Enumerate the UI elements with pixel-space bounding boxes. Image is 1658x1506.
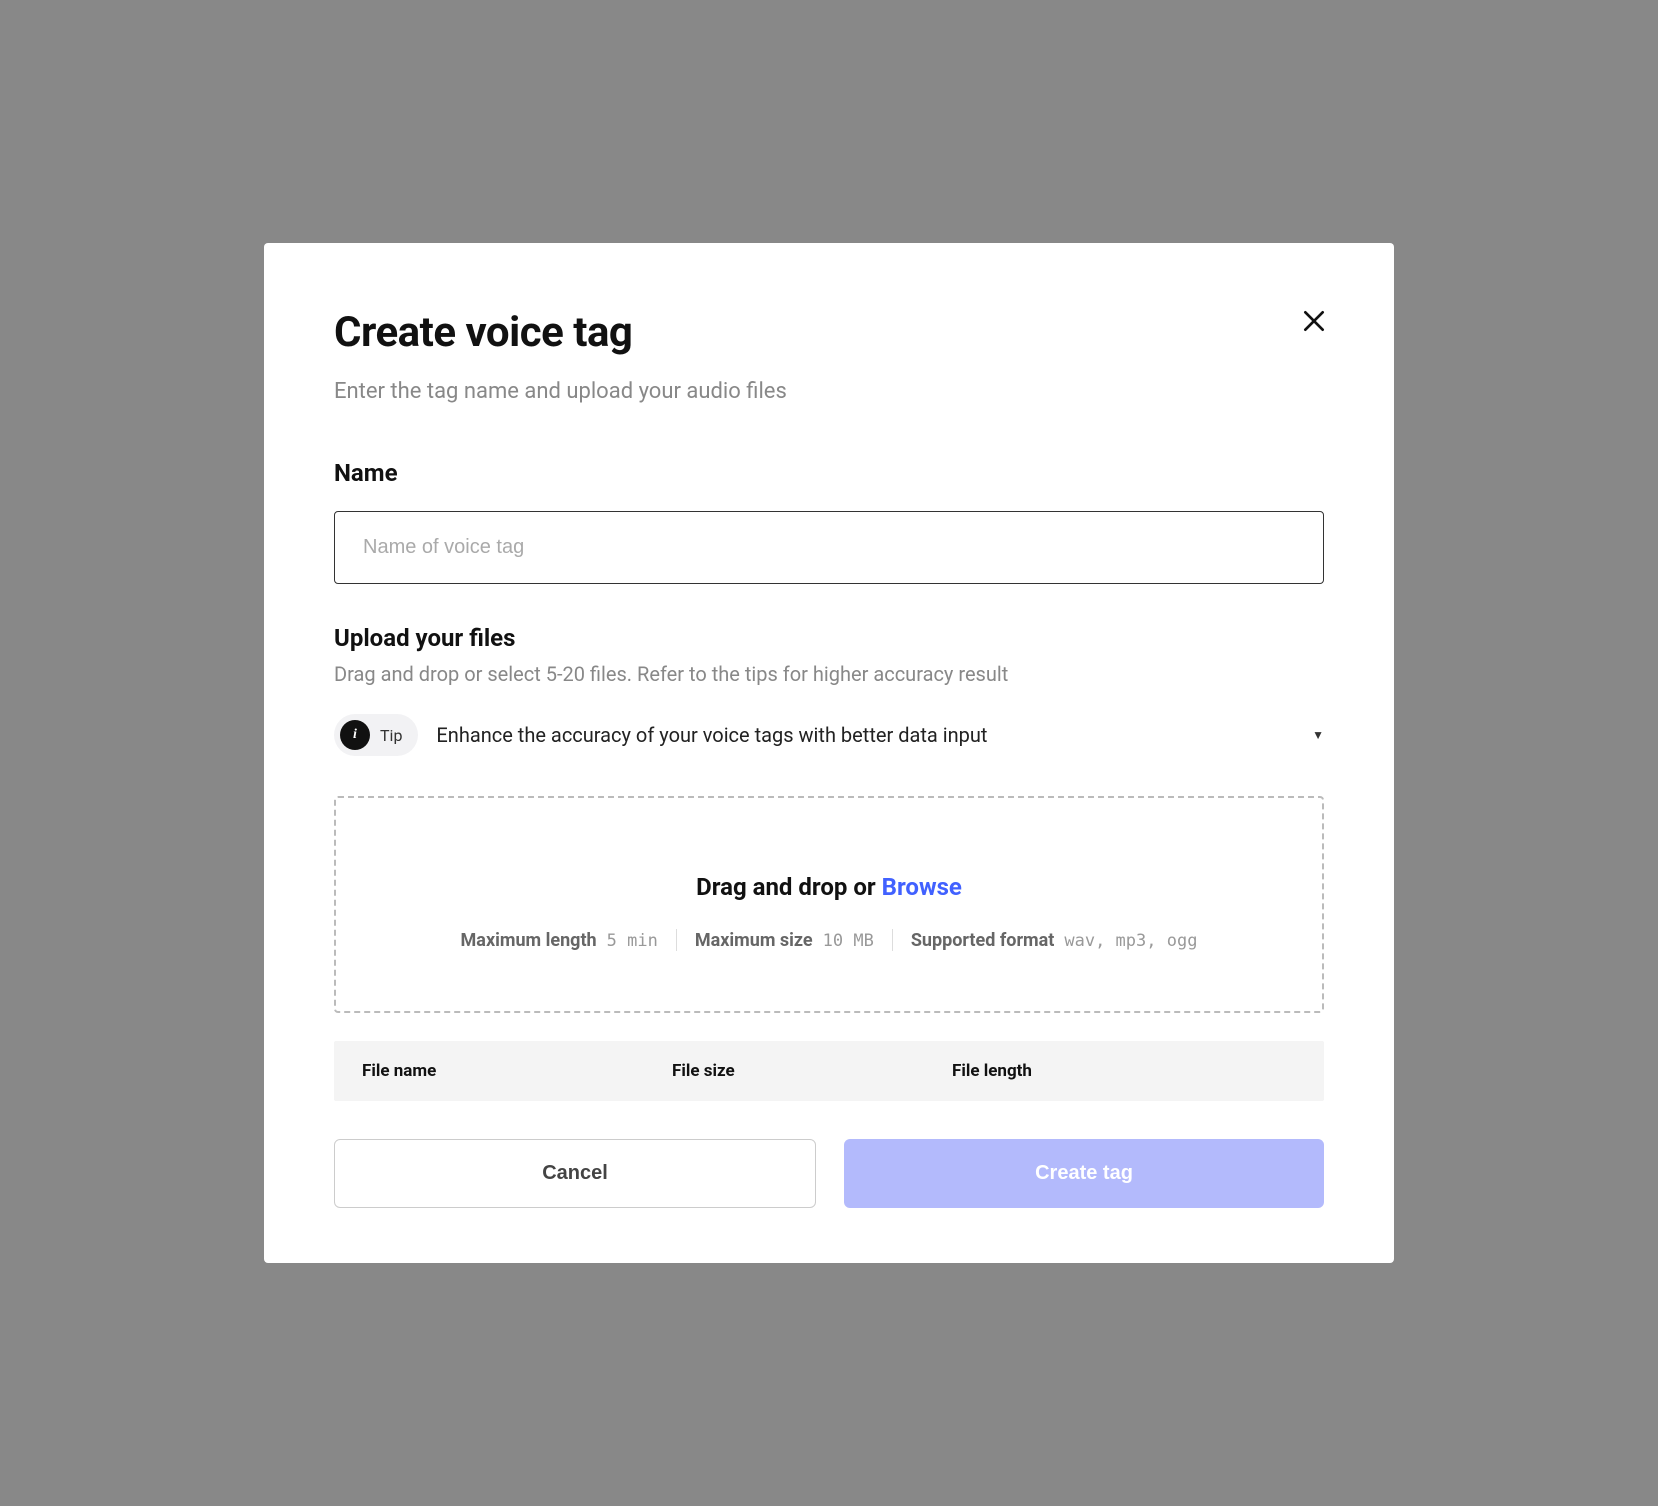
name-label: Name xyxy=(334,459,1324,487)
upload-label: Upload your files xyxy=(334,624,1324,652)
col-file-size: File size xyxy=(672,1061,932,1081)
cancel-button[interactable]: Cancel xyxy=(334,1139,816,1208)
create-tag-button[interactable]: Create tag xyxy=(844,1139,1324,1208)
dropzone-prefix: Drag and drop or xyxy=(696,873,882,901)
dropzone-meta: Maximum length 5 min Maximum size 10 MB … xyxy=(356,929,1302,951)
browse-link[interactable]: Browse xyxy=(882,873,962,901)
tip-row[interactable]: i Tip Enhance the accuracy of your voice… xyxy=(334,714,1324,756)
meta-max-size-label: Maximum size xyxy=(695,930,813,951)
name-input[interactable] xyxy=(334,511,1324,584)
meta-format-label: Supported format xyxy=(911,930,1055,951)
tip-badge: i Tip xyxy=(334,714,418,756)
file-dropzone[interactable]: Drag and drop or Browse Maximum length 5… xyxy=(334,796,1324,1013)
modal-title: Create voice tag xyxy=(334,308,1324,357)
file-table-header: File name File size File length xyxy=(334,1041,1324,1101)
tip-text: Enhance the accuracy of your voice tags … xyxy=(436,723,1294,747)
modal-subtitle: Enter the tag name and upload your audio… xyxy=(334,379,1324,404)
meta-format-value: wav, mp3, ogg xyxy=(1064,931,1197,951)
meta-max-length-label: Maximum length xyxy=(461,930,597,951)
col-file-name: File name xyxy=(362,1061,652,1081)
button-row: Cancel Create tag xyxy=(334,1139,1324,1208)
col-file-length: File length xyxy=(952,1061,1296,1081)
tip-badge-label: Tip xyxy=(380,726,402,745)
meta-format: Supported format wav, mp3, ogg xyxy=(911,930,1198,951)
chevron-down-icon: ▼ xyxy=(1312,728,1324,742)
create-voice-tag-modal: Create voice tag Enter the tag name and … xyxy=(264,243,1394,1263)
divider xyxy=(676,929,677,951)
upload-hint: Drag and drop or select 5-20 files. Refe… xyxy=(334,662,1324,686)
meta-max-size-value: 10 MB xyxy=(823,931,874,951)
meta-max-length-value: 5 min xyxy=(607,931,658,951)
divider xyxy=(892,929,893,951)
close-button[interactable] xyxy=(1296,303,1332,339)
meta-max-size: Maximum size 10 MB xyxy=(695,930,874,951)
close-icon xyxy=(1301,308,1327,334)
meta-max-length: Maximum length 5 min xyxy=(461,930,658,951)
info-icon: i xyxy=(340,720,370,750)
dropzone-title: Drag and drop or Browse xyxy=(356,873,1302,901)
